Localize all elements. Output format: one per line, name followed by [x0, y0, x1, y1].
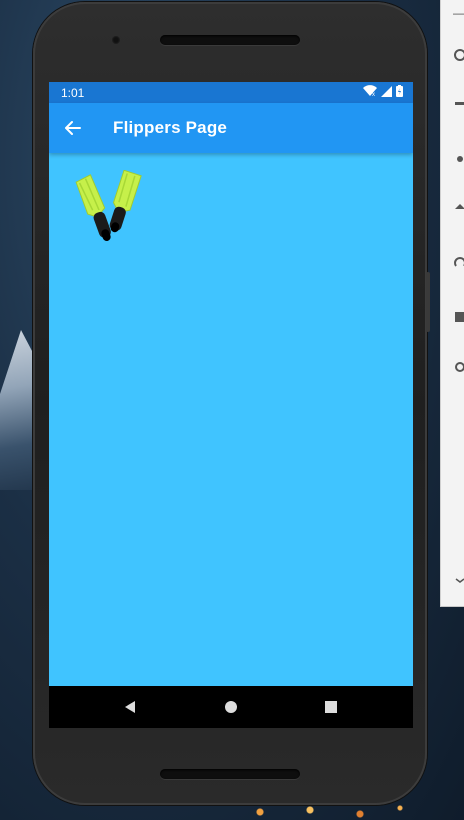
- device-screen: 1:01 x Flippers Page: [49, 82, 413, 728]
- power-button[interactable]: [426, 272, 430, 332]
- front-camera: [112, 36, 120, 44]
- flippers-image: [75, 170, 142, 241]
- signal-icon: [381, 85, 392, 100]
- volume-icon[interactable]: [453, 100, 464, 114]
- top-speaker: [160, 35, 300, 45]
- wifi-icon: x: [363, 85, 377, 100]
- status-bar: 1:01 x: [49, 82, 413, 103]
- zoom-icon[interactable]: [453, 360, 464, 374]
- more-icon[interactable]: [453, 570, 464, 584]
- svg-text:x: x: [372, 92, 375, 97]
- status-icons: x: [363, 85, 403, 100]
- back-triangle-icon[interactable]: [121, 698, 139, 716]
- rotate-right-icon[interactable]: [453, 256, 464, 270]
- arrow-back-icon[interactable]: [61, 116, 85, 140]
- bottom-speaker: [160, 769, 300, 779]
- app-bar: Flippers Page: [49, 103, 413, 153]
- status-time: 1:01: [61, 86, 85, 100]
- minimize-button[interactable]: —: [453, 6, 464, 20]
- power-icon[interactable]: [453, 48, 464, 62]
- emulator-toolbar: —: [440, 0, 464, 607]
- volume-down-icon[interactable]: [453, 152, 464, 166]
- screenshot-icon[interactable]: [453, 310, 464, 324]
- rotate-left-icon[interactable]: [453, 202, 464, 216]
- page-title: Flippers Page: [113, 118, 228, 137]
- navigation-bar: [49, 686, 413, 728]
- recents-square-icon[interactable]: [322, 698, 340, 716]
- home-circle-icon[interactable]: [222, 698, 240, 716]
- battery-icon: [396, 85, 403, 100]
